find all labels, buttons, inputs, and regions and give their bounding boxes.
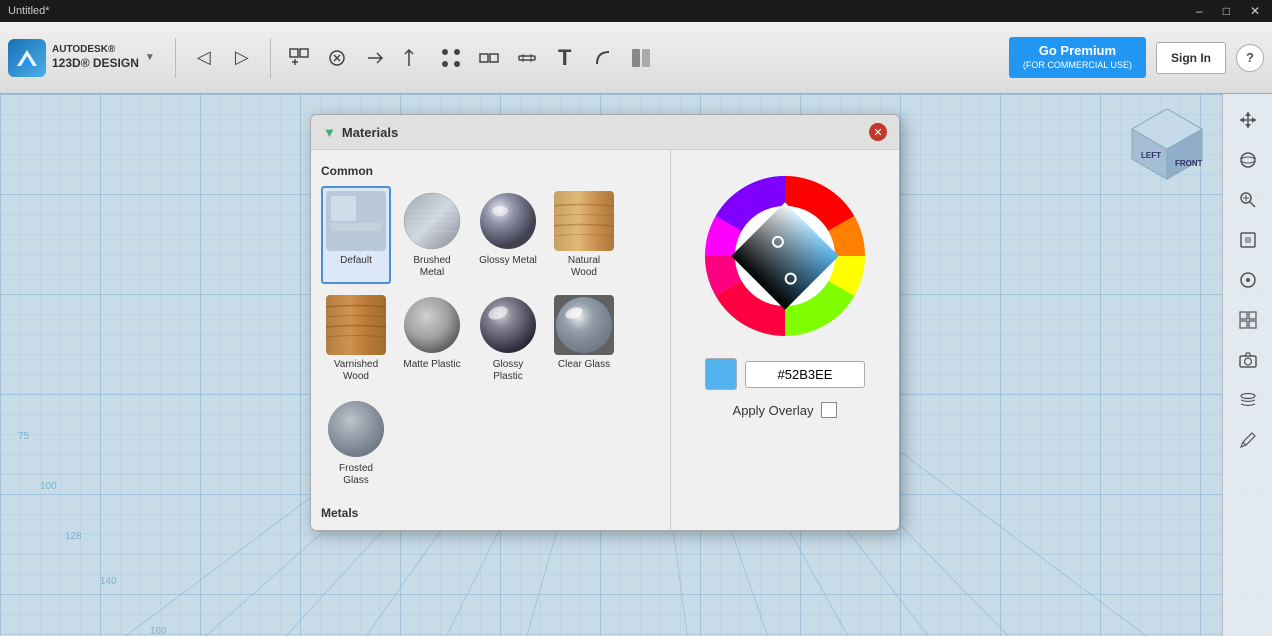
svg-text:100: 100 [40,481,57,492]
toolbar: AUTODESK® 123D® DESIGN ▼ ◁ ▷ T [0,22,1272,94]
logo-text: AUTODESK® 123D® DESIGN [52,43,139,72]
overlay-label: Apply Overlay [733,403,814,418]
svg-text:128: 128 [65,531,82,542]
logo-area: AUTODESK® 123D® DESIGN ▼ [8,39,155,77]
material-silver[interactable]: Silver [473,528,543,530]
metals-section-label: Metals [321,506,660,520]
dialog-body: Common Default [311,150,899,530]
material-clear-glass[interactable]: Clear Glass [549,290,619,388]
overlay-checkbox[interactable] [821,402,837,418]
close-button[interactable]: ✕ [1246,4,1264,18]
add-shape-button[interactable] [281,40,317,76]
group-button[interactable] [471,40,507,76]
material-default[interactable]: Default [321,186,391,284]
dialog-close-button[interactable]: ✕ [869,123,887,141]
fit-tool-button[interactable] [1230,222,1266,258]
modify-button[interactable] [395,40,431,76]
measure-button[interactable] [509,40,545,76]
material-frosted-glass[interactable]: Frosted Glass [321,394,391,492]
material-gold[interactable]: Gold [397,528,467,530]
premium-button[interactable]: Go Premium (FOR COMMERCIAL USE) [1009,37,1146,78]
titlebar: Untitled* – □ ✕ [0,0,1272,22]
metals-materials-grid: Chrome [321,528,660,530]
view-tool-button[interactable] [1230,262,1266,298]
materials-panel[interactable]: Common Default [311,150,671,530]
svg-text:140: 140 [100,576,117,587]
svg-text:FRONT: FRONT [1175,159,1203,168]
dialog-titlebar: ▼ Materials ✕ [311,115,899,150]
titlebar-controls: – □ ✕ [1192,4,1264,18]
help-button[interactable]: ? [1236,44,1264,72]
tool-buttons: T [281,40,659,76]
logo-dropdown[interactable]: ▼ [145,52,155,63]
dialog-title: ▼ Materials [323,125,398,140]
signin-button[interactable]: Sign In [1156,42,1226,74]
maximize-button[interactable]: □ [1219,4,1234,18]
divider-2 [270,38,271,78]
material-matte-plastic[interactable]: Matte Plastic [397,290,467,388]
orbit-tool-button[interactable] [1230,142,1266,178]
redo-button[interactable]: ▷ [224,40,260,76]
nav-buttons: ◁ ▷ [186,40,260,76]
overlay-row: Apply Overlay [733,402,838,418]
cube-navigator[interactable]: LEFT FRONT [1127,104,1207,184]
svg-text:75: 75 [18,431,30,442]
color-wheel[interactable] [695,166,875,346]
render-tool-button[interactable] [1230,302,1266,338]
hex-input[interactable] [745,361,865,388]
color-picker-panel: Apply Overlay [671,150,899,530]
canvas-area: 160 140 128 100 75 60 80 100 120 LEFT FR… [0,94,1272,636]
move-tool-button[interactable] [1230,102,1266,138]
zoom-tool-button[interactable] [1230,182,1266,218]
material-chrome[interactable]: Chrome [321,528,391,530]
material-copper[interactable]: Copper [549,528,619,530]
material-varnished-wood[interactable]: Varnished Wood [321,290,391,388]
fillet-button[interactable] [585,40,621,76]
app-title: Untitled* [8,5,50,17]
transform-button[interactable] [357,40,393,76]
sketch-button[interactable] [319,40,355,76]
logo-icon [8,39,46,77]
material-brushed-metal[interactable]: Brushed Metal [397,186,467,284]
camera-tool-button[interactable] [1230,342,1266,378]
color-inputs [705,358,865,390]
right-panel [1222,94,1272,636]
layer-tool-button[interactable] [1230,382,1266,418]
text-button[interactable]: T [547,40,583,76]
common-section-label: Common [321,164,660,178]
material-glossy-plastic[interactable]: Glossy Plastic [473,290,543,388]
svg-text:LEFT: LEFT [1141,151,1161,160]
materials-dialog: ▼ Materials ✕ Common [310,114,900,531]
svg-text:160: 160 [150,626,167,636]
common-materials-grid: Default [321,186,660,492]
minimize-button[interactable]: – [1192,4,1207,18]
pattern-button[interactable] [433,40,469,76]
material-glossy-metal[interactable]: Glossy Metal [473,186,543,284]
material-natural-wood[interactable]: Natural Wood [549,186,619,284]
divider-1 [175,38,176,78]
color-swatch[interactable] [705,358,737,390]
brush-tool-button[interactable] [1230,422,1266,458]
undo-button[interactable]: ◁ [186,40,222,76]
materials-button[interactable] [623,40,659,76]
